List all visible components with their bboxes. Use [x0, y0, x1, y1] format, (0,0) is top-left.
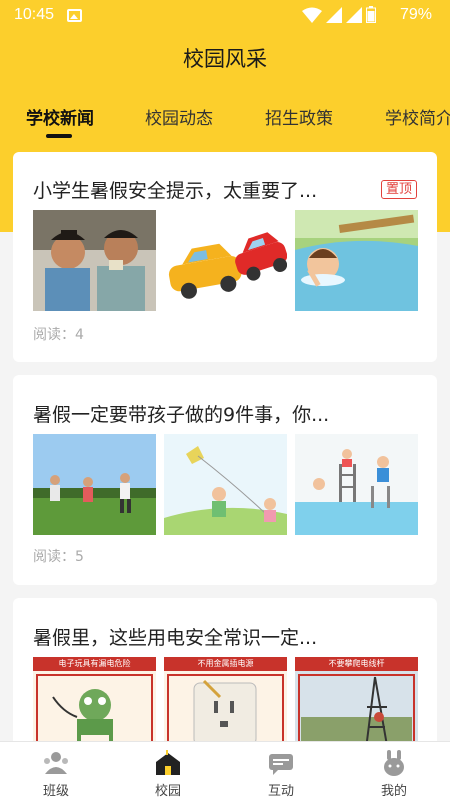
status-icons [302, 6, 376, 23]
article-card[interactable]: 暑假一定要带孩子做的9件事，你... 阅读：5 [13, 375, 437, 585]
signal-2-icon [346, 7, 362, 23]
campus-icon [156, 750, 180, 775]
article-image-kids-running[interactable] [33, 434, 156, 535]
article-title: 暑假里，这些用电安全常识一定... [33, 627, 318, 649]
nav-campus[interactable]: 校园 [112, 742, 224, 800]
image-caption: 电子玩具有漏电危险 [33, 657, 156, 671]
read-count: 阅读：4 [33, 327, 84, 343]
active-tab-indicator [46, 134, 72, 138]
image-caption: 不要攀爬电线杆 [295, 657, 418, 671]
nav-profile[interactable]: 我的 [338, 742, 450, 800]
article-title: 小学生暑假安全提示，太重要了... [33, 180, 318, 202]
tab-admission-policy[interactable]: 招生政策 [265, 104, 333, 129]
bottom-nav: 班级 校园 互动 我的 [0, 741, 450, 800]
battery-percent: 79% [399, 6, 432, 23]
tab-school-intro[interactable]: 学校简介 [385, 104, 450, 129]
wifi-icon [302, 7, 322, 23]
article-image-car-crash[interactable] [164, 210, 287, 311]
status-time: 10:45 [14, 6, 55, 23]
article-thumbnails [33, 210, 418, 311]
class-icon [44, 752, 68, 774]
article-image-boys-eating[interactable] [33, 210, 156, 311]
profile-icon [384, 750, 404, 776]
tab-campus-updates[interactable]: 校园动态 [145, 104, 213, 129]
article-title: 暑假一定要带孩子做的9件事，你... [33, 404, 330, 426]
image-caption: 不用金属插电源 [164, 657, 287, 671]
article-card[interactable]: 小学生暑假安全提示，太重要了... 置顶 阅读：4 [13, 152, 437, 362]
nav-interact[interactable]: 互动 [225, 742, 337, 800]
article-image-kite-flying[interactable] [164, 434, 287, 535]
nav-label: 校园 [154, 784, 181, 799]
article-image-swimming-pool[interactable] [295, 434, 418, 535]
battery-icon [366, 6, 376, 23]
article-image-drowning-child[interactable] [295, 210, 418, 311]
pinned-badge: 置顶 [380, 180, 417, 199]
nav-label: 我的 [380, 784, 407, 799]
read-count: 阅读：5 [33, 549, 84, 565]
article-thumbnails [33, 434, 418, 535]
tab-school-news[interactable]: 学校新闻 [26, 104, 94, 129]
page-title: 校园风采 [183, 47, 267, 71]
signal-icon [326, 7, 342, 23]
chat-icon [269, 754, 293, 775]
gallery-notification-icon [67, 9, 82, 22]
nav-class[interactable]: 班级 [0, 742, 112, 800]
article-card[interactable]: 暑假里，这些用电安全常识一定... 电子玩具有漏电危险 不用金属插电源 不要攀爬… [13, 598, 437, 758]
nav-label: 互动 [267, 784, 294, 799]
nav-label: 班级 [42, 784, 69, 799]
status-bar: 10:45 79% [0, 0, 450, 32]
